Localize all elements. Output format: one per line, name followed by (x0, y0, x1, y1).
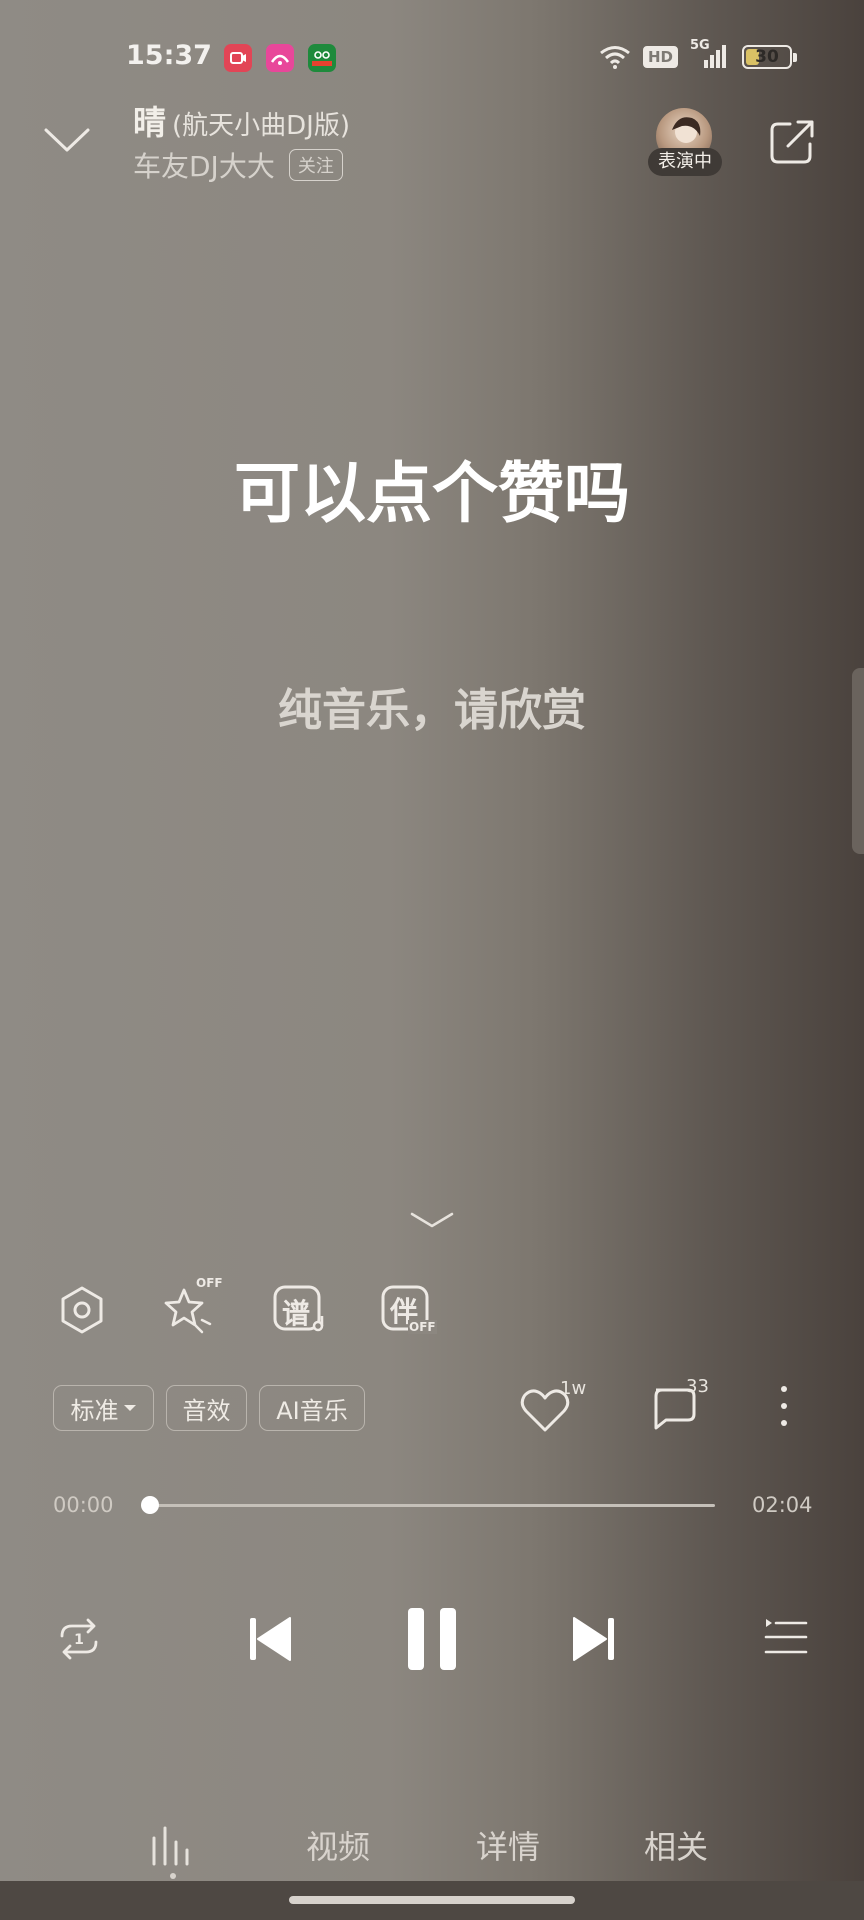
tab-details[interactable]: 详情 (476, 1822, 540, 1868)
expand-lyrics-button[interactable] (410, 1210, 454, 1230)
video-app-icon (224, 44, 252, 72)
share-button[interactable] (768, 118, 818, 166)
status-time: 15:37 (126, 40, 212, 71)
next-lyric[interactable]: 纯音乐，请欣赏 (0, 674, 864, 738)
active-tab-indicator (170, 1873, 176, 1879)
off-label: OFF (408, 1320, 437, 1334)
artist-row: 车友DJ大大 关注 (133, 145, 343, 185)
playlist-button[interactable] (764, 1616, 808, 1660)
off-label: OFF (196, 1276, 223, 1290)
battery-icon: 30 (742, 45, 797, 69)
performing-badge[interactable]: 表演中 (648, 148, 722, 176)
accompany-toggle[interactable]: 伴 OFF (378, 1280, 438, 1340)
current-time: 00:00 (53, 1493, 114, 1517)
effects-label: 音效 (182, 1396, 231, 1425)
more-vertical-icon (781, 1386, 787, 1426)
svg-text:1: 1 (74, 1632, 84, 1648)
song-version: (航天小曲DJ版) (172, 111, 350, 141)
tab-related[interactable]: 相关 (644, 1822, 708, 1868)
song-title: 晴 (航天小曲DJ版) (133, 96, 350, 144)
wifi-icon (600, 46, 630, 69)
skip-previous-icon (250, 1617, 291, 1661)
follow-button[interactable]: 关注 (288, 149, 343, 181)
pause-button[interactable] (404, 1604, 460, 1674)
visual-effect-toggle[interactable]: OFF (158, 1276, 223, 1340)
playlist-icon (764, 1619, 808, 1654)
chevron-down-icon (44, 128, 90, 152)
skip-next-icon (573, 1617, 614, 1661)
sound-effects-button[interactable]: 音效 (166, 1385, 247, 1431)
side-panel-handle[interactable] (852, 668, 864, 854)
score-char: 谱 (282, 1297, 311, 1330)
equalizer-icon (152, 1826, 189, 1866)
settings-button[interactable] (52, 1280, 112, 1340)
oppo-app-icon (308, 44, 336, 72)
ai-music-button[interactable]: AI音乐 (259, 1385, 365, 1431)
quality-select[interactable]: 标准 (53, 1385, 154, 1431)
status-indicators: HD 5G 30 (599, 38, 797, 70)
signal-icon: 5G (690, 38, 730, 70)
previous-button[interactable] (246, 1614, 296, 1664)
tab-lyrics[interactable] (150, 1824, 194, 1868)
song-name: 晴 (133, 103, 166, 142)
current-lyric[interactable]: 可以点个赞吗 (0, 440, 864, 536)
total-time: 02:04 (752, 1493, 813, 1517)
repeat-mode-button[interactable]: 1 (54, 1614, 104, 1664)
like-button[interactable]: 1w (516, 1378, 588, 1438)
chevron-down-icon (410, 1212, 454, 1228)
repeat-one-icon: 1 (60, 1618, 98, 1660)
like-count: 1w (560, 1378, 587, 1399)
hd-badge: HD (642, 46, 678, 68)
caret-down-icon (123, 1405, 136, 1411)
quality-label: 标准 (70, 1396, 119, 1425)
comment-button[interactable]: 33 (646, 1376, 718, 1436)
artist-name[interactable]: 车友DJ大大 (133, 145, 275, 185)
share-icon (770, 120, 814, 164)
home-indicator[interactable] (289, 1896, 575, 1904)
battery-level: 30 (755, 47, 779, 67)
ai-label: AI音乐 (276, 1396, 348, 1425)
progress-track[interactable] (150, 1504, 715, 1507)
comment-count: 33 (686, 1376, 709, 1397)
score-button[interactable]: 谱 (270, 1280, 330, 1340)
more-button[interactable] (770, 1384, 798, 1430)
pink-app-icon (266, 44, 294, 72)
hexagon-settings-icon (61, 1286, 103, 1334)
progress-knob[interactable] (141, 1496, 159, 1514)
tab-video[interactable]: 视频 (306, 1822, 370, 1868)
collapse-button[interactable] (42, 124, 92, 156)
next-button[interactable] (568, 1614, 618, 1664)
pause-icon (408, 1608, 456, 1670)
